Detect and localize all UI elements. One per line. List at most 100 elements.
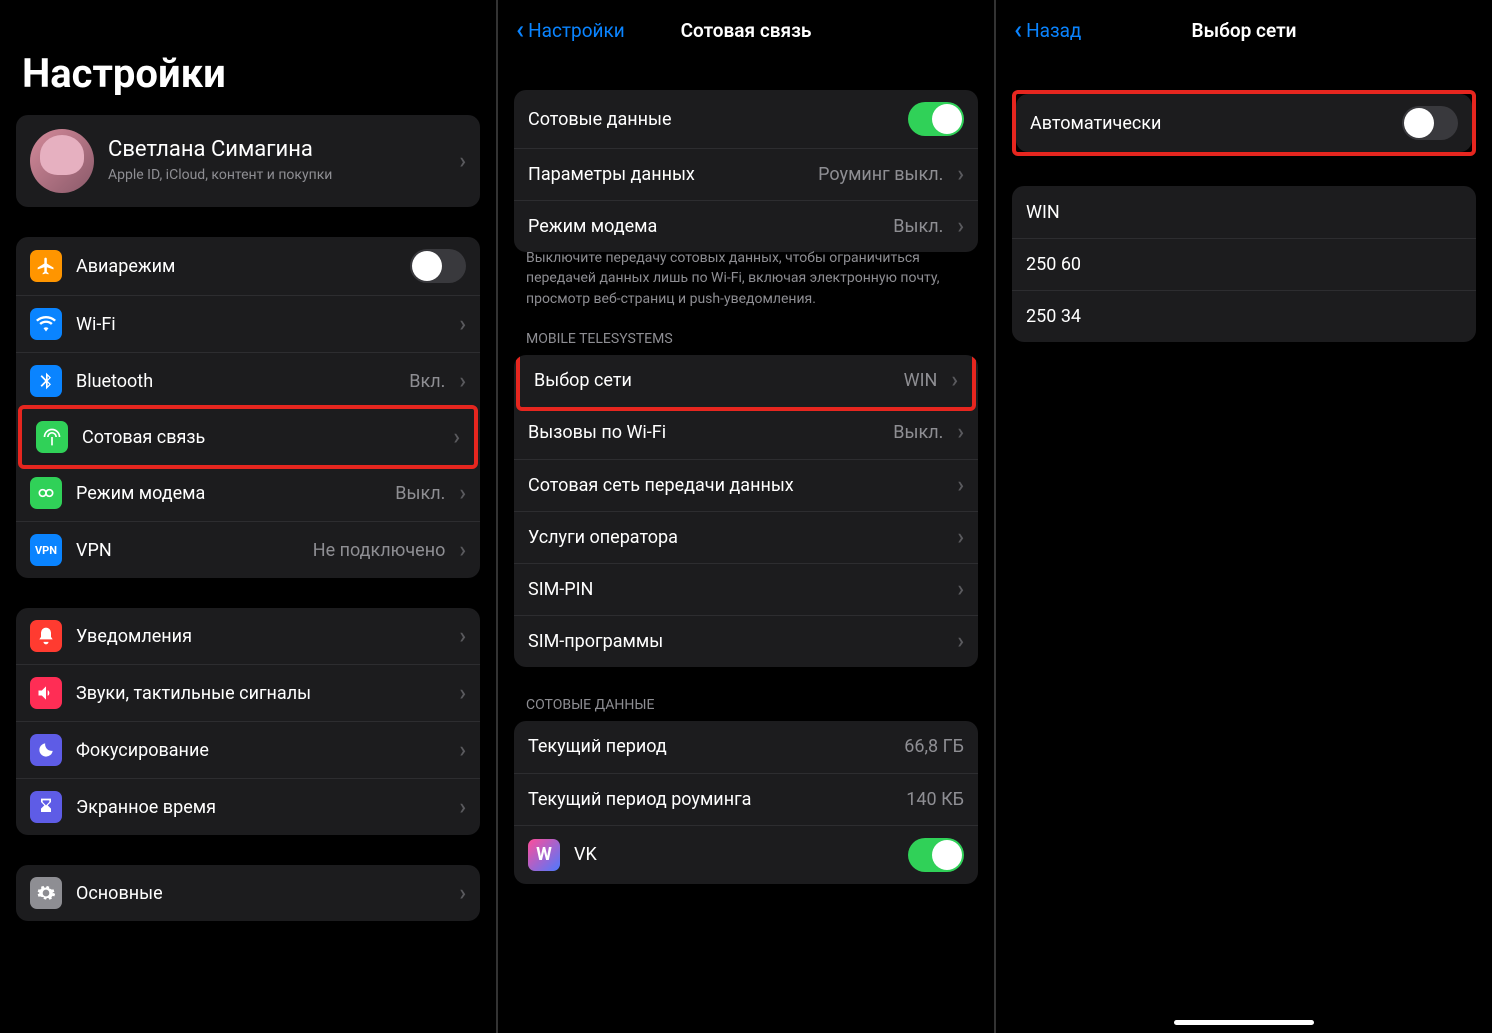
data-network-row[interactable]: Сотовая сеть передачи данных › (514, 459, 978, 511)
cellular-row[interactable]: Сотовая связь › (22, 409, 474, 465)
notifications-row[interactable]: Уведомления › (16, 608, 480, 664)
hotspot-value: Выкл. (395, 483, 445, 504)
cellular-highlight: Сотовая связь › (18, 405, 478, 469)
airplane-label: Авиарежим (76, 256, 396, 277)
operator-group: Выбор сети WIN › Вызовы по Wi-Fi Выкл. ›… (514, 355, 978, 667)
automatic-toggle[interactable] (1402, 106, 1458, 140)
vpn-icon: VPN (30, 534, 62, 566)
roaming-period-value: 140 КБ (906, 789, 964, 810)
vk-app-row[interactable]: W VK (514, 825, 978, 884)
sim-apps-label: SIM-программы (528, 631, 943, 652)
network-selection-value: WIN (904, 370, 938, 391)
vpn-label: VPN (76, 540, 299, 561)
chevron-right-icon: › (957, 420, 964, 445)
chevron-right-icon: › (957, 162, 964, 187)
data-network-label: Сотовая сеть передачи данных (528, 475, 943, 496)
network-row[interactable]: 250 60 (1012, 238, 1476, 290)
airplane-icon (30, 250, 62, 282)
back-button[interactable]: ‹ Назад (1014, 17, 1081, 43)
phone-cellular: ‹ Настройки Сотовая связь Сотовые данные… (496, 0, 994, 1033)
carrier-services-label: Услуги оператора (528, 527, 943, 548)
current-period-row[interactable]: Текущий период 66,8 ГБ (514, 721, 978, 773)
wifi-row[interactable]: Wi-Fi › (16, 295, 480, 352)
connectivity-group: Авиарежим Wi-Fi › Bluetooth Вкл. › Сотов… (16, 237, 480, 578)
cellular-icon (36, 421, 68, 453)
phone-network-selection: ‹ Назад Выбор сети Автоматически WIN 250… (994, 0, 1492, 1033)
usage-header: СОТОВЫЕ ДАННЫЕ (526, 697, 966, 713)
wifi-icon (30, 308, 62, 340)
network-row[interactable]: 250 34 (1012, 290, 1476, 342)
chevron-right-icon: › (459, 624, 466, 649)
hotspot-icon (30, 477, 62, 509)
back-label: Настройки (528, 19, 625, 42)
sounds-row[interactable]: Звуки, тактильные сигналы › (16, 664, 480, 721)
apple-id-row[interactable]: Светлана Симагина Apple ID, iCloud, конт… (16, 115, 480, 207)
chevron-right-icon: › (459, 369, 466, 394)
network-selection-row[interactable]: Выбор сети WIN › (520, 355, 972, 407)
roaming-period-row[interactable]: Текущий период роуминга 140 КБ (514, 773, 978, 825)
screentime-label: Экранное время (76, 797, 445, 818)
general-group: Основные › (16, 865, 480, 921)
current-period-value: 66,8 ГБ (904, 736, 964, 757)
hotspot-label: Режим модема (76, 483, 381, 504)
automatic-highlight: Автоматически (1012, 90, 1476, 156)
focus-label: Фокусирование (76, 740, 445, 761)
focus-row[interactable]: Фокусирование › (16, 721, 480, 778)
chevron-right-icon: › (453, 425, 460, 450)
data-options-value: Роуминг выкл. (818, 164, 943, 185)
networks-group: WIN 250 60 250 34 (1012, 186, 1476, 342)
profile-group: Светлана Симагина Apple ID, iCloud, конт… (16, 115, 480, 207)
nav-bar: ‹ Назад Выбор сети (1006, 0, 1482, 60)
avatar (30, 129, 94, 193)
cellular-data-row[interactable]: Сотовые данные (514, 90, 978, 148)
profile-sub: Apple ID, iCloud, контент и покупки (108, 166, 445, 184)
chevron-left-icon: ‹ (516, 17, 524, 43)
bell-icon (30, 620, 62, 652)
sounds-label: Звуки, тактильные сигналы (76, 683, 445, 704)
chevron-left-icon: ‹ (1014, 17, 1022, 43)
back-button[interactable]: ‹ Настройки (516, 17, 625, 43)
automatic-label: Автоматически (1030, 113, 1388, 134)
chevron-right-icon: › (459, 681, 466, 706)
general-row[interactable]: Основные › (16, 865, 480, 921)
chevron-right-icon: › (459, 312, 466, 337)
general-label: Основные (76, 883, 445, 904)
hotspot-row[interactable]: Режим модема Выкл. › (514, 200, 978, 252)
home-indicator[interactable] (1174, 1020, 1314, 1025)
chevron-right-icon: › (459, 538, 466, 563)
chevron-right-icon: › (957, 525, 964, 550)
bluetooth-row[interactable]: Bluetooth Вкл. › (16, 352, 480, 409)
hotspot-row[interactable]: Режим модема Выкл. › (16, 465, 480, 521)
wifi-calling-row[interactable]: Вызовы по Wi-Fi Выкл. › (514, 407, 978, 459)
vk-toggle[interactable] (908, 838, 964, 872)
network-selection-highlight: Выбор сети WIN › (516, 355, 976, 411)
vk-label: VK (574, 844, 894, 865)
network-selection-label: Выбор сети (534, 370, 890, 391)
data-options-label: Параметры данных (528, 164, 804, 185)
airplane-toggle[interactable] (410, 249, 466, 283)
sim-pin-row[interactable]: SIM-PIN › (514, 563, 978, 615)
cellular-data-toggle[interactable] (908, 102, 964, 136)
phone-settings-root: Настройки Светлана Симагина Apple ID, iC… (0, 0, 496, 1033)
cellular-main-group: Сотовые данные Параметры данных Роуминг … (514, 90, 978, 252)
nav-bar: ‹ Настройки Сотовая связь (508, 0, 984, 60)
moon-icon (30, 734, 62, 766)
data-footnote: Выключите передачу сотовых данных, чтобы… (526, 248, 966, 309)
operator-header: MOBILE TELESYSTEMS (526, 331, 966, 347)
profile-name: Светлана Симагина (108, 137, 445, 162)
data-options-row[interactable]: Параметры данных Роуминг выкл. › (514, 148, 978, 200)
current-period-label: Текущий период (528, 736, 890, 757)
wifi-label: Wi-Fi (76, 314, 445, 335)
airplane-row[interactable]: Авиарежим (16, 237, 480, 295)
nav-title: Выбор сети (1192, 19, 1297, 42)
network-row[interactable]: WIN (1012, 186, 1476, 238)
carrier-services-row[interactable]: Услуги оператора › (514, 511, 978, 563)
sim-pin-label: SIM-PIN (528, 579, 943, 600)
vpn-row[interactable]: VPN VPN Не подключено › (16, 521, 480, 578)
sim-apps-row[interactable]: SIM-программы › (514, 615, 978, 667)
chevron-right-icon: › (459, 481, 466, 506)
screentime-row[interactable]: Экранное время › (16, 778, 480, 835)
nav-title: Сотовая связь (681, 19, 812, 42)
cellular-label: Сотовая связь (82, 427, 439, 448)
automatic-row[interactable]: Автоматически (1016, 94, 1472, 152)
